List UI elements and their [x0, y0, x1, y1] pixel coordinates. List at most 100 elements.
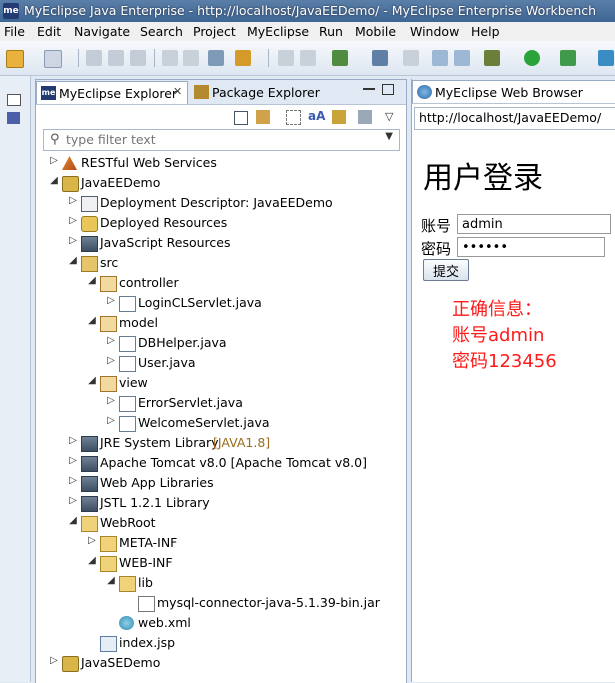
- run-icon[interactable]: [524, 50, 540, 66]
- undo-icon[interactable]: [162, 50, 178, 66]
- new-icon[interactable]: [6, 50, 24, 68]
- tree-item-web-app-libraries[interactable]: ▷ Web App Libraries: [36, 473, 404, 493]
- window-icon[interactable]: [432, 50, 448, 66]
- expand-arrow-icon[interactable]: ▷: [48, 655, 60, 666]
- expand-arrow-icon[interactable]: ▷: [67, 475, 79, 486]
- collapse-arrow-icon[interactable]: ◢: [86, 555, 98, 566]
- expand-arrow-icon[interactable]: ▷: [86, 535, 98, 546]
- tree-item-lib[interactable]: ◢ lib: [36, 573, 404, 593]
- aa-icon[interactable]: aA: [308, 109, 325, 123]
- menu-myeclipse[interactable]: MyEclipse: [247, 24, 309, 39]
- print-icon[interactable]: [130, 50, 146, 66]
- menu-project[interactable]: Project: [193, 24, 236, 39]
- run-server-icon[interactable]: [560, 50, 576, 66]
- menu-file[interactable]: File: [4, 24, 25, 39]
- expand-arrow-icon[interactable]: ▷: [105, 395, 117, 406]
- collapse-all-icon[interactable]: [234, 111, 248, 125]
- new-wizard-icon[interactable]: [44, 50, 62, 68]
- expand-arrow-icon[interactable]: ▷: [105, 295, 117, 306]
- restore-icon[interactable]: [7, 94, 21, 106]
- url-input[interactable]: [419, 110, 613, 125]
- open-type-icon[interactable]: [208, 50, 224, 66]
- tree-item-errorservlet-java[interactable]: ▷ ErrorServlet.java: [36, 393, 404, 413]
- expand-arrow-icon[interactable]: ▷: [67, 215, 79, 226]
- tree-item-controller[interactable]: ◢ controller: [36, 273, 404, 293]
- tab-myeclipse-explorer[interactable]: me MyEclipse Explorer ✕: [36, 81, 188, 104]
- expand-arrow-icon[interactable]: ▷: [67, 235, 79, 246]
- close-icon[interactable]: ✕: [173, 85, 182, 98]
- menu-icon[interactable]: [358, 110, 372, 124]
- menu-mobile[interactable]: Mobile: [355, 24, 396, 39]
- link-with-editor-icon[interactable]: [256, 110, 270, 124]
- wrench-icon[interactable]: [278, 50, 294, 66]
- expand-arrow-icon[interactable]: ▷: [67, 195, 79, 206]
- password-field[interactable]: [457, 237, 605, 257]
- tree-item-restful-web-services[interactable]: ▷ RESTful Web Services: [36, 153, 404, 173]
- tree-item-loginclservlet-java[interactable]: ▷ LoginCLServlet.java: [36, 293, 404, 313]
- tree-item-web-xml[interactable]: web.xml: [36, 613, 404, 633]
- collapse-arrow-icon[interactable]: ◢: [67, 255, 79, 266]
- tree-item-view[interactable]: ◢ view: [36, 373, 404, 393]
- tree-item-jstl-1-2-1-library[interactable]: ▷ JSTL 1.2.1 Library: [36, 493, 404, 513]
- console-icon[interactable]: [372, 50, 388, 66]
- collapse-arrow-icon[interactable]: ◢: [105, 575, 117, 586]
- tree-item-javascript-resources[interactable]: ▷ JavaScript Resources: [36, 233, 404, 253]
- view-menu-chevron-icon[interactable]: ▽: [385, 110, 393, 123]
- account-field[interactable]: [457, 214, 611, 234]
- save-icon[interactable]: [86, 50, 102, 66]
- tree-item-model[interactable]: ◢ model: [36, 313, 404, 333]
- redo-icon[interactable]: [183, 50, 199, 66]
- tree-item-javaeedemo[interactable]: ◢ JavaEEDemo: [36, 173, 404, 193]
- tree-item-webroot[interactable]: ◢ WebRoot: [36, 513, 404, 533]
- menu-edit[interactable]: Edit: [37, 24, 61, 39]
- expand-arrow-icon[interactable]: ▷: [105, 415, 117, 426]
- expand-arrow-icon[interactable]: ▷: [48, 155, 60, 166]
- tree-item-deployed-resources[interactable]: ▷ Deployed Resources: [36, 213, 404, 233]
- tree-item-index-jsp[interactable]: index.jsp: [36, 633, 404, 653]
- maximize-icon[interactable]: [382, 84, 394, 95]
- menu-help[interactable]: Help: [471, 24, 500, 39]
- debug-icon[interactable]: [484, 50, 500, 66]
- expand-arrow-icon[interactable]: ▷: [105, 355, 117, 366]
- minimize-icon[interactable]: [363, 88, 375, 90]
- menu-navigate[interactable]: Navigate: [74, 24, 130, 39]
- grid-icon[interactable]: [332, 50, 348, 66]
- collapse-arrow-icon[interactable]: ◢: [86, 275, 98, 286]
- submit-button[interactable]: 提交: [423, 259, 469, 281]
- collapse-arrow-icon[interactable]: ◢: [67, 515, 79, 526]
- tools-icon[interactable]: [332, 110, 346, 124]
- expand-arrow-icon[interactable]: ▷: [105, 335, 117, 346]
- filter-input[interactable]: [66, 132, 371, 147]
- expand-arrow-icon[interactable]: ▷: [67, 495, 79, 506]
- collapse-arrow-icon[interactable]: ◢: [86, 375, 98, 386]
- menu-window[interactable]: Window: [410, 24, 459, 39]
- tree-item-jre-system-library[interactable]: ▷ JRE System Library [JAVA1.8]: [36, 433, 404, 453]
- tree-item-src[interactable]: ◢ src: [36, 253, 404, 273]
- tree-item-dbhelper-java[interactable]: ▷ DBHelper.java: [36, 333, 404, 353]
- deploy-icon[interactable]: [235, 50, 251, 66]
- open-perspective-icon[interactable]: [403, 50, 419, 66]
- tree-item-welcomeservlet-java[interactable]: ▷ WelcomeServlet.java: [36, 413, 404, 433]
- refresh-icon[interactable]: [454, 50, 470, 66]
- tree-item-apache-tomcat-v8-0-apache-tomcat-v8-0[interactable]: ▷ Apache Tomcat v8.0 [Apache Tomcat v8.0]: [36, 453, 404, 473]
- save-all-icon[interactable]: [108, 50, 124, 66]
- menu-run[interactable]: Run: [319, 24, 343, 39]
- external-tools-icon[interactable]: [598, 50, 614, 66]
- filter-icon[interactable]: [286, 110, 301, 125]
- tab-web-browser[interactable]: MyEclipse Web Browser: [412, 80, 615, 103]
- menu-search[interactable]: Search: [140, 24, 183, 39]
- tree-item-mysql-connector-java-5-1-39-bin-jar[interactable]: mysql-connector-java-5.1.39-bin.jar: [36, 593, 404, 613]
- collapse-arrow-icon[interactable]: ◢: [86, 315, 98, 326]
- tree-item-javasedemo[interactable]: ▷ JavaSEDemo: [36, 653, 404, 673]
- explorer-view-icon[interactable]: [7, 112, 20, 124]
- tree-item-meta-inf[interactable]: ▷ META-INF: [36, 533, 404, 553]
- expand-arrow-icon[interactable]: ▷: [67, 455, 79, 466]
- expand-arrow-icon[interactable]: ▷: [67, 435, 79, 446]
- tree-item-user-java[interactable]: ▷ User.java: [36, 353, 404, 373]
- chevron-down-icon[interactable]: ▼: [385, 131, 393, 142]
- edit-icon[interactable]: [300, 50, 316, 66]
- tree-item-deployment-descriptor-javaeedemo[interactable]: ▷ Deployment Descriptor: JavaEEDemo: [36, 193, 404, 213]
- tree-item-web-inf[interactable]: ◢ WEB-INF: [36, 553, 404, 573]
- tab-package-explorer[interactable]: Package Explorer: [190, 81, 360, 103]
- collapse-arrow-icon[interactable]: ◢: [48, 175, 60, 186]
